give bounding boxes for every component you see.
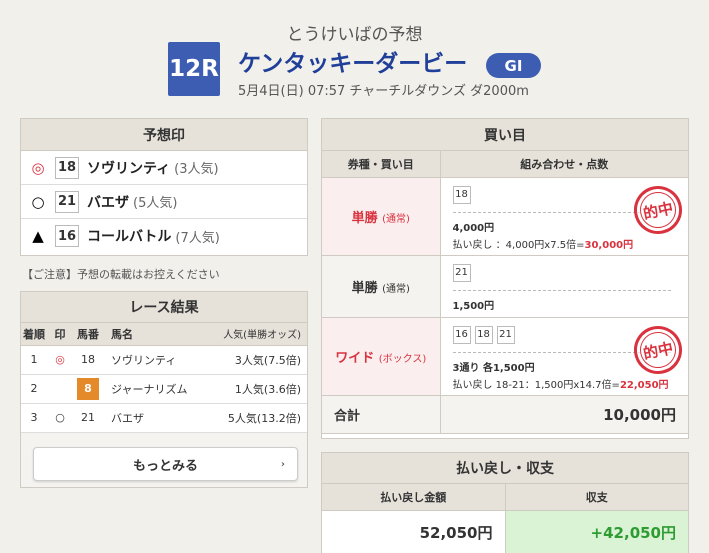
combo-number: 18	[452, 185, 471, 204]
taikou-mark-icon: ○	[47, 403, 73, 433]
horse-number: 21	[73, 403, 103, 433]
payback-amount: 52,050円	[419, 523, 493, 542]
prediction-row: ◎ 18 ソヴリンティ (3人気)	[21, 151, 307, 185]
bet-amount: 1,500円	[452, 300, 495, 312]
bet-combo-cell: 21 1,500円	[440, 255, 688, 318]
horse-popularity: 5人気(13.2倍)	[205, 403, 307, 433]
profit-amount: +42,050円	[504, 510, 688, 553]
bet-type: ワイド	[335, 350, 375, 366]
results-title: レース結果	[21, 292, 307, 323]
horse-name: バエザ	[87, 194, 129, 211]
combo-number: 21	[452, 263, 471, 282]
col-popularity: 人気(単勝オッズ)	[205, 323, 307, 346]
col-mark: 印	[47, 323, 73, 346]
payback-value: 30,000円	[584, 239, 634, 251]
grade-badge: GI	[486, 53, 541, 78]
tanana-mark-icon: ▲	[32, 227, 44, 245]
bet-combo-cell: 16 18 21 3通り 各1,500円 払い戻し 18-21：1,500円x14.…	[440, 317, 688, 396]
horse-number: 16	[55, 225, 79, 247]
col-combination: 組み合わせ・点数	[440, 151, 688, 178]
bet-kind: (通常)	[382, 283, 410, 295]
col-profit: 収支	[504, 484, 688, 511]
bet-type-cell: 単勝 (通常)	[322, 255, 441, 318]
more-button-label: もっとみる	[132, 458, 198, 474]
mark-cell	[47, 374, 73, 404]
table-row: 1 ◎ 18 ソヴリンティ 3人気(7.5倍)	[21, 345, 307, 375]
results-panel: レース結果 着順 印 馬番 馬名 人気(単勝オッズ) 1 ◎ 18 ソヴリンティ…	[20, 291, 308, 488]
total-row: 合計 10,000円	[322, 395, 688, 434]
bet-type: 単勝	[351, 210, 378, 226]
col-payback: 払い戻し金額	[322, 484, 505, 511]
table-row: 3 ○ 21 バエザ 5人気(13.2倍)	[21, 403, 307, 433]
payback-value: 22,050円	[619, 379, 669, 391]
col-bet-type: 券種・買い目	[322, 151, 441, 178]
horse-number: 21	[55, 190, 79, 213]
col-horse: 馬名	[103, 323, 206, 346]
horse-number: 18	[55, 156, 79, 179]
prediction-row: ○ 21 バエザ (5人気)	[21, 185, 307, 219]
horse-name: ジャーナリズム	[103, 374, 206, 404]
combo-number: 21	[496, 325, 515, 344]
results-table: 着順 印 馬番 馬名 人気(単勝オッズ) 1 ◎ 18 ソヴリンティ 3人気(7…	[21, 323, 307, 433]
bet-row: 単勝 (通常) 18 4,000円 払い戻し ：4,000円x7.5倍=30,0…	[322, 177, 688, 256]
horse-popularity: (5人気)	[133, 196, 178, 211]
horse-name: コールバトル	[87, 229, 172, 245]
horse-number-cell: 8	[73, 374, 103, 404]
horse-popularity: (3人気)	[174, 162, 219, 177]
horse-popularity: 1人気(3.6倍)	[205, 374, 307, 404]
bet-payback: 払い戻し ：4,000円x7.5倍=30,000円	[453, 236, 679, 251]
total-label: 合計	[322, 395, 441, 434]
total-value: 10,000円	[440, 395, 688, 434]
repost-notice: 【ご注意】予想の転載はお控えください	[22, 268, 220, 281]
taikou-mark-icon: ○	[31, 192, 45, 211]
payback-label: 払い戻し 18-21：1,500円x14.7倍=	[452, 379, 620, 391]
page-subtitle: とうけいばの予想	[286, 25, 423, 45]
horse-number: 8	[77, 377, 99, 400]
summary-title: 払い戻し・収支	[322, 453, 688, 484]
bets-table: 券種・買い目 組み合わせ・点数 単勝 (通常) 18 4,000円 払い戻し ：…	[322, 151, 688, 434]
combo-number: 18	[474, 325, 493, 344]
combo-number: 16	[452, 325, 471, 344]
horse-name: バエザ	[103, 403, 206, 433]
horse-name: ソヴリンティ	[103, 345, 206, 375]
honmei-mark-icon: ◎	[31, 158, 45, 177]
horse-popularity: (7人気)	[175, 230, 220, 246]
chevron-right-icon: ›	[280, 458, 285, 470]
rank: 3	[21, 403, 47, 433]
bet-kind: (通常)	[382, 213, 410, 225]
more-button[interactable]: もっとみる ›	[33, 447, 298, 481]
rank: 1	[21, 345, 47, 375]
summary-table: 払い戻し金額 収支 52,050円 +42,050円	[322, 484, 688, 553]
bet-row: ワイド (ボックス) 16 18 21 3通り 各1,500円 払い戻し 18-21…	[322, 317, 688, 396]
col-rank: 着順	[21, 323, 47, 346]
prediction-panel: 予想印 ◎ 18 ソヴリンティ (3人気) ○ 21 バエザ (5人気) ▲ 1…	[20, 118, 308, 256]
prediction-row: ▲ 16 コールバトル (7人気)	[21, 219, 307, 253]
rank: 2	[21, 374, 47, 404]
race-title: ケンタッキーダービー	[238, 51, 468, 77]
bets-title: 買い目	[322, 119, 688, 151]
horse-popularity: 3人気(7.5倍)	[205, 345, 307, 375]
bet-kind: (ボックス)	[378, 353, 427, 365]
prediction-title: 予想印	[21, 119, 307, 151]
bet-combo-cell: 18 4,000円 払い戻し ：4,000円x7.5倍=30,000円 的中	[440, 177, 688, 256]
honmei-mark-icon: ◎	[47, 345, 73, 375]
bet-row: 単勝 (通常) 21 1,500円	[322, 255, 688, 318]
bet-type-cell: ワイド (ボックス)	[322, 317, 441, 396]
divider	[452, 289, 671, 291]
bet-payback: 払い戻し 18-21：1,500円x14.7倍=22,050円	[453, 376, 679, 391]
table-row: 2 8 ジャーナリズム 1人気(3.6倍)	[21, 374, 307, 404]
bets-panel: 買い目 券種・買い目 組み合わせ・点数 単勝 (通常) 18 4,000円 払い…	[321, 118, 689, 439]
horse-name: ソヴリンティ	[87, 160, 171, 177]
race-number-badge: 12R	[168, 42, 220, 96]
col-number: 馬番	[73, 323, 103, 346]
summary-panel: 払い戻し・収支 払い戻し金額 収支 52,050円 +42,050円	[321, 452, 689, 553]
horse-number: 18	[73, 345, 103, 375]
bet-type-cell: 単勝 (通常)	[322, 177, 441, 256]
payback-label: 払い戻し ：4,000円x7.5倍=	[452, 239, 585, 251]
race-info: 5月4日(日) 07:57 チャーチルダウンズ ダ2000m	[238, 84, 529, 99]
bet-type: 単勝	[351, 280, 378, 296]
